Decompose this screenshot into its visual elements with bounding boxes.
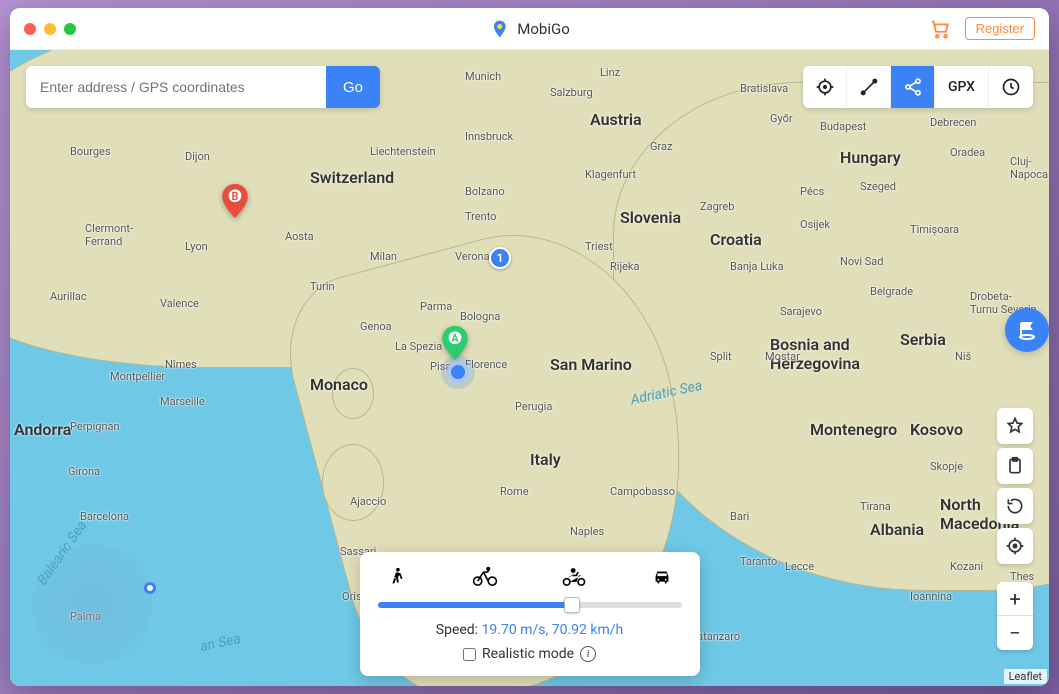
svg-text:B: B	[232, 190, 239, 203]
center-location-button[interactable]	[997, 528, 1033, 564]
transport-mode-row	[378, 564, 682, 594]
clock-icon	[1001, 77, 1021, 97]
register-button[interactable]: Register	[965, 17, 1035, 40]
locate-tool-button[interactable]	[803, 66, 847, 108]
crosshair-icon	[815, 77, 835, 97]
car-icon	[650, 566, 674, 588]
svg-text:A: A	[451, 332, 459, 345]
walk-mode-button[interactable]	[384, 564, 410, 590]
cart-icon[interactable]	[929, 18, 951, 40]
app-title-text: MobiGo	[517, 20, 570, 38]
realistic-mode-row: Realistic mode i	[378, 646, 682, 662]
scooter-mode-button[interactable]	[561, 564, 587, 590]
locate-icon	[1005, 536, 1025, 556]
search-bar: Go	[26, 66, 380, 108]
search-input[interactable]	[26, 66, 326, 108]
zoom-in-button[interactable]: +	[997, 582, 1033, 616]
window-controls	[24, 23, 76, 35]
route-tool-button[interactable]	[847, 66, 891, 108]
clipboard-button[interactable]	[997, 448, 1033, 484]
destination-flag-button[interactable]	[1005, 308, 1049, 352]
speed-value-ms: 19.70 m/s	[482, 622, 546, 638]
clipboard-icon	[1005, 456, 1025, 476]
gpx-tool-button[interactable]: GPX	[935, 66, 989, 108]
realistic-mode-label: Realistic mode	[482, 646, 574, 662]
favorites-button[interactable]	[997, 408, 1033, 444]
walk-icon	[386, 566, 408, 588]
route-pin-a[interactable]: A	[442, 326, 468, 360]
minimize-window-button[interactable]	[44, 23, 56, 35]
app-window: MobiGo Register SwitzerlandAustriaHungar…	[10, 8, 1049, 686]
route-pin-b[interactable]: B	[222, 184, 248, 218]
flag-icon	[1015, 318, 1039, 342]
info-icon[interactable]: i	[580, 646, 596, 662]
speed-slider[interactable]	[378, 602, 682, 608]
speed-value-kmh: 70.92 km/h	[552, 622, 624, 638]
bike-mode-button[interactable]	[472, 564, 498, 590]
realistic-mode-checkbox[interactable]	[463, 648, 476, 661]
compass-widget[interactable]	[32, 544, 152, 664]
speed-label: Speed:	[436, 622, 478, 638]
bike-icon	[472, 566, 498, 588]
route-line-icon	[859, 77, 879, 97]
share-icon	[903, 77, 923, 97]
zoom-out-button[interactable]: −	[997, 616, 1033, 650]
titlebar-right: Register	[929, 17, 1035, 40]
map-toolbar: GPX	[803, 66, 1033, 108]
app-logo-icon	[489, 19, 509, 39]
history-tool-button[interactable]	[989, 66, 1033, 108]
speed-slider-thumb[interactable]	[564, 597, 580, 613]
compass-heading-dot	[144, 582, 156, 594]
zoom-control: + −	[997, 582, 1033, 650]
go-button[interactable]: Go	[326, 66, 380, 108]
star-icon	[1005, 416, 1025, 436]
titlebar: MobiGo Register	[10, 8, 1049, 50]
reset-button[interactable]	[997, 488, 1033, 524]
speed-readout: Speed: 19.70 m/s, 70.92 km/h	[378, 622, 682, 638]
car-mode-button[interactable]	[649, 564, 675, 590]
route-waypoint-1[interactable]: 1	[489, 247, 511, 269]
share-tool-button[interactable]	[891, 66, 935, 108]
scooter-icon	[561, 566, 587, 588]
close-window-button[interactable]	[24, 23, 36, 35]
fullscreen-window-button[interactable]	[64, 23, 76, 35]
current-location-marker[interactable]	[447, 361, 469, 383]
speed-panel: Speed: 19.70 m/s, 70.92 km/h Realistic m…	[360, 552, 700, 676]
map-attribution[interactable]: Leaflet	[1004, 669, 1047, 684]
undo-icon	[1005, 496, 1025, 516]
app-title: MobiGo	[489, 19, 570, 39]
map-area[interactable]: SwitzerlandAustriaHungarySloveniaCroatia…	[10, 50, 1049, 686]
